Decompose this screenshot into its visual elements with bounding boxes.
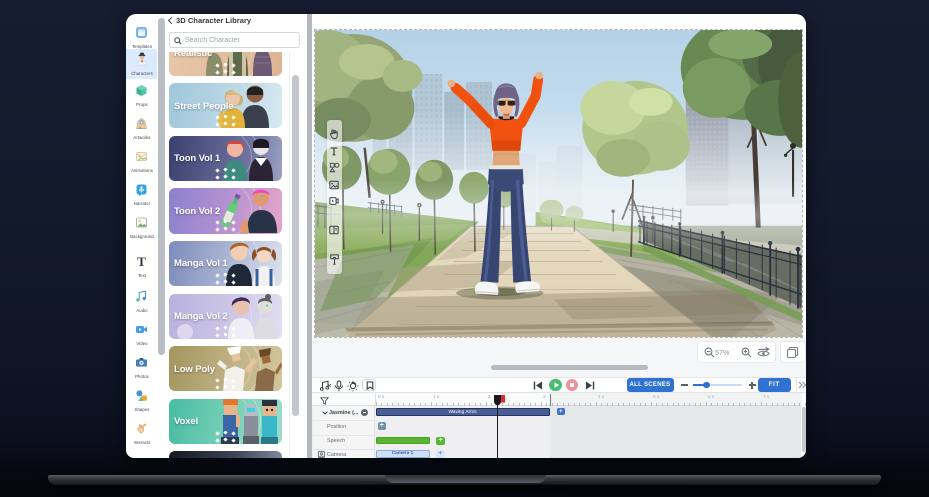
svg-text:T: T [137,255,146,268]
